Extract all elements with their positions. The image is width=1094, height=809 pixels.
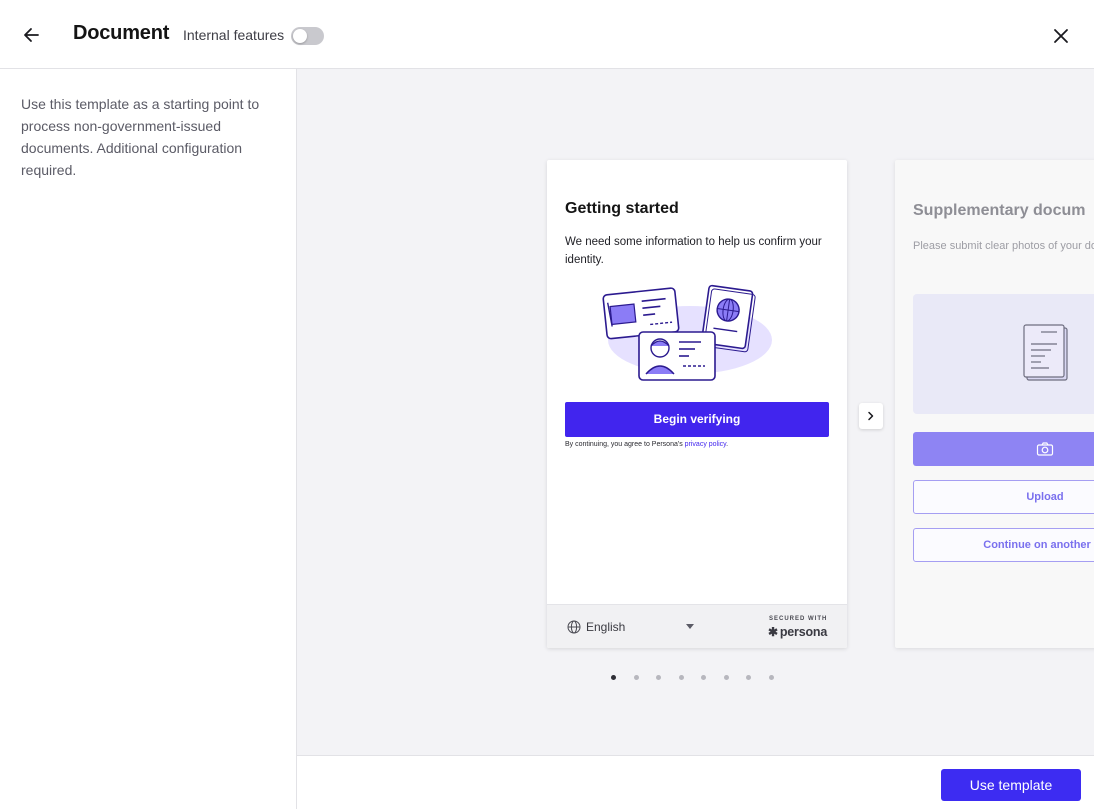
persona-logo: ✱ persona xyxy=(768,625,827,639)
internal-features-label: Internal features xyxy=(183,27,285,43)
sidebar: Use this template as a starting point to… xyxy=(0,69,297,809)
pagination-dot-1[interactable] xyxy=(611,675,616,680)
arrow-left-icon xyxy=(24,28,39,42)
consent-prefix: By continuing, you agree to Persona's xyxy=(565,441,683,448)
chevron-down-icon[interactable] xyxy=(686,624,694,629)
secured-with-label: SECURED WITH xyxy=(769,616,828,622)
pagination-dot-3[interactable] xyxy=(656,675,661,680)
screen-text: We need some information to help us conf… xyxy=(565,236,822,266)
take-photo-button[interactable] xyxy=(913,432,1094,466)
screen-footer: English SECURED WITH ✱ persona xyxy=(547,604,847,648)
pagination-dot-2[interactable] xyxy=(633,675,639,680)
preview-area: Getting started We need some information… xyxy=(297,69,1094,755)
document-illustration-box xyxy=(913,294,1094,414)
preview-screen-getting-started: Getting started We need some information… xyxy=(547,160,847,648)
close-button[interactable] xyxy=(1050,25,1072,47)
camera-icon xyxy=(1036,442,1054,456)
internal-features-toggle[interactable] xyxy=(291,27,324,45)
screen-pagination xyxy=(611,675,781,683)
toggle-knob xyxy=(293,29,307,43)
document-icon xyxy=(1023,324,1068,381)
identity-documents-illustration xyxy=(602,284,772,381)
language-select[interactable]: English xyxy=(586,620,625,634)
back-button[interactable] xyxy=(20,24,42,46)
preview-screen-supplementary-document: Supplementary docum Please submit clear … xyxy=(895,160,1094,648)
begin-verifying-button[interactable]: Begin verifying xyxy=(565,402,829,437)
screen-text: Please submit clear photos of your docum… xyxy=(913,240,1094,252)
persona-brand-text: persona xyxy=(779,625,828,639)
chevron-right-icon xyxy=(868,411,874,421)
pagination-dot-8[interactable] xyxy=(768,675,774,680)
use-template-button[interactable]: Use template xyxy=(941,769,1081,801)
pagination-dot-6[interactable] xyxy=(723,675,729,680)
template-description: Use this template as a starting point to… xyxy=(21,96,260,178)
persona-star-icon: ✱ xyxy=(768,625,778,639)
privacy-policy-link[interactable]: privacy policy xyxy=(685,441,727,448)
globe-icon xyxy=(567,620,581,634)
upload-button[interactable]: Upload xyxy=(913,480,1094,514)
consent-end: . xyxy=(726,441,729,448)
close-icon xyxy=(1054,29,1068,43)
header: Document Internal features xyxy=(0,0,1094,69)
page-title: Document xyxy=(73,22,170,44)
screen-title: Getting started xyxy=(565,200,679,217)
pagination-dot-7[interactable] xyxy=(746,675,751,680)
continue-on-another-device-button[interactable]: Continue on another de xyxy=(913,528,1094,562)
consent-text: By continuing, you agree to Persona's pr… xyxy=(565,441,728,448)
next-screen-button[interactable] xyxy=(859,403,883,429)
screen-title: Supplementary docum xyxy=(913,202,1086,219)
pagination-dot-4[interactable] xyxy=(678,675,684,680)
footer-bar: Use template xyxy=(297,755,1094,809)
pagination-dot-5[interactable] xyxy=(701,675,706,680)
